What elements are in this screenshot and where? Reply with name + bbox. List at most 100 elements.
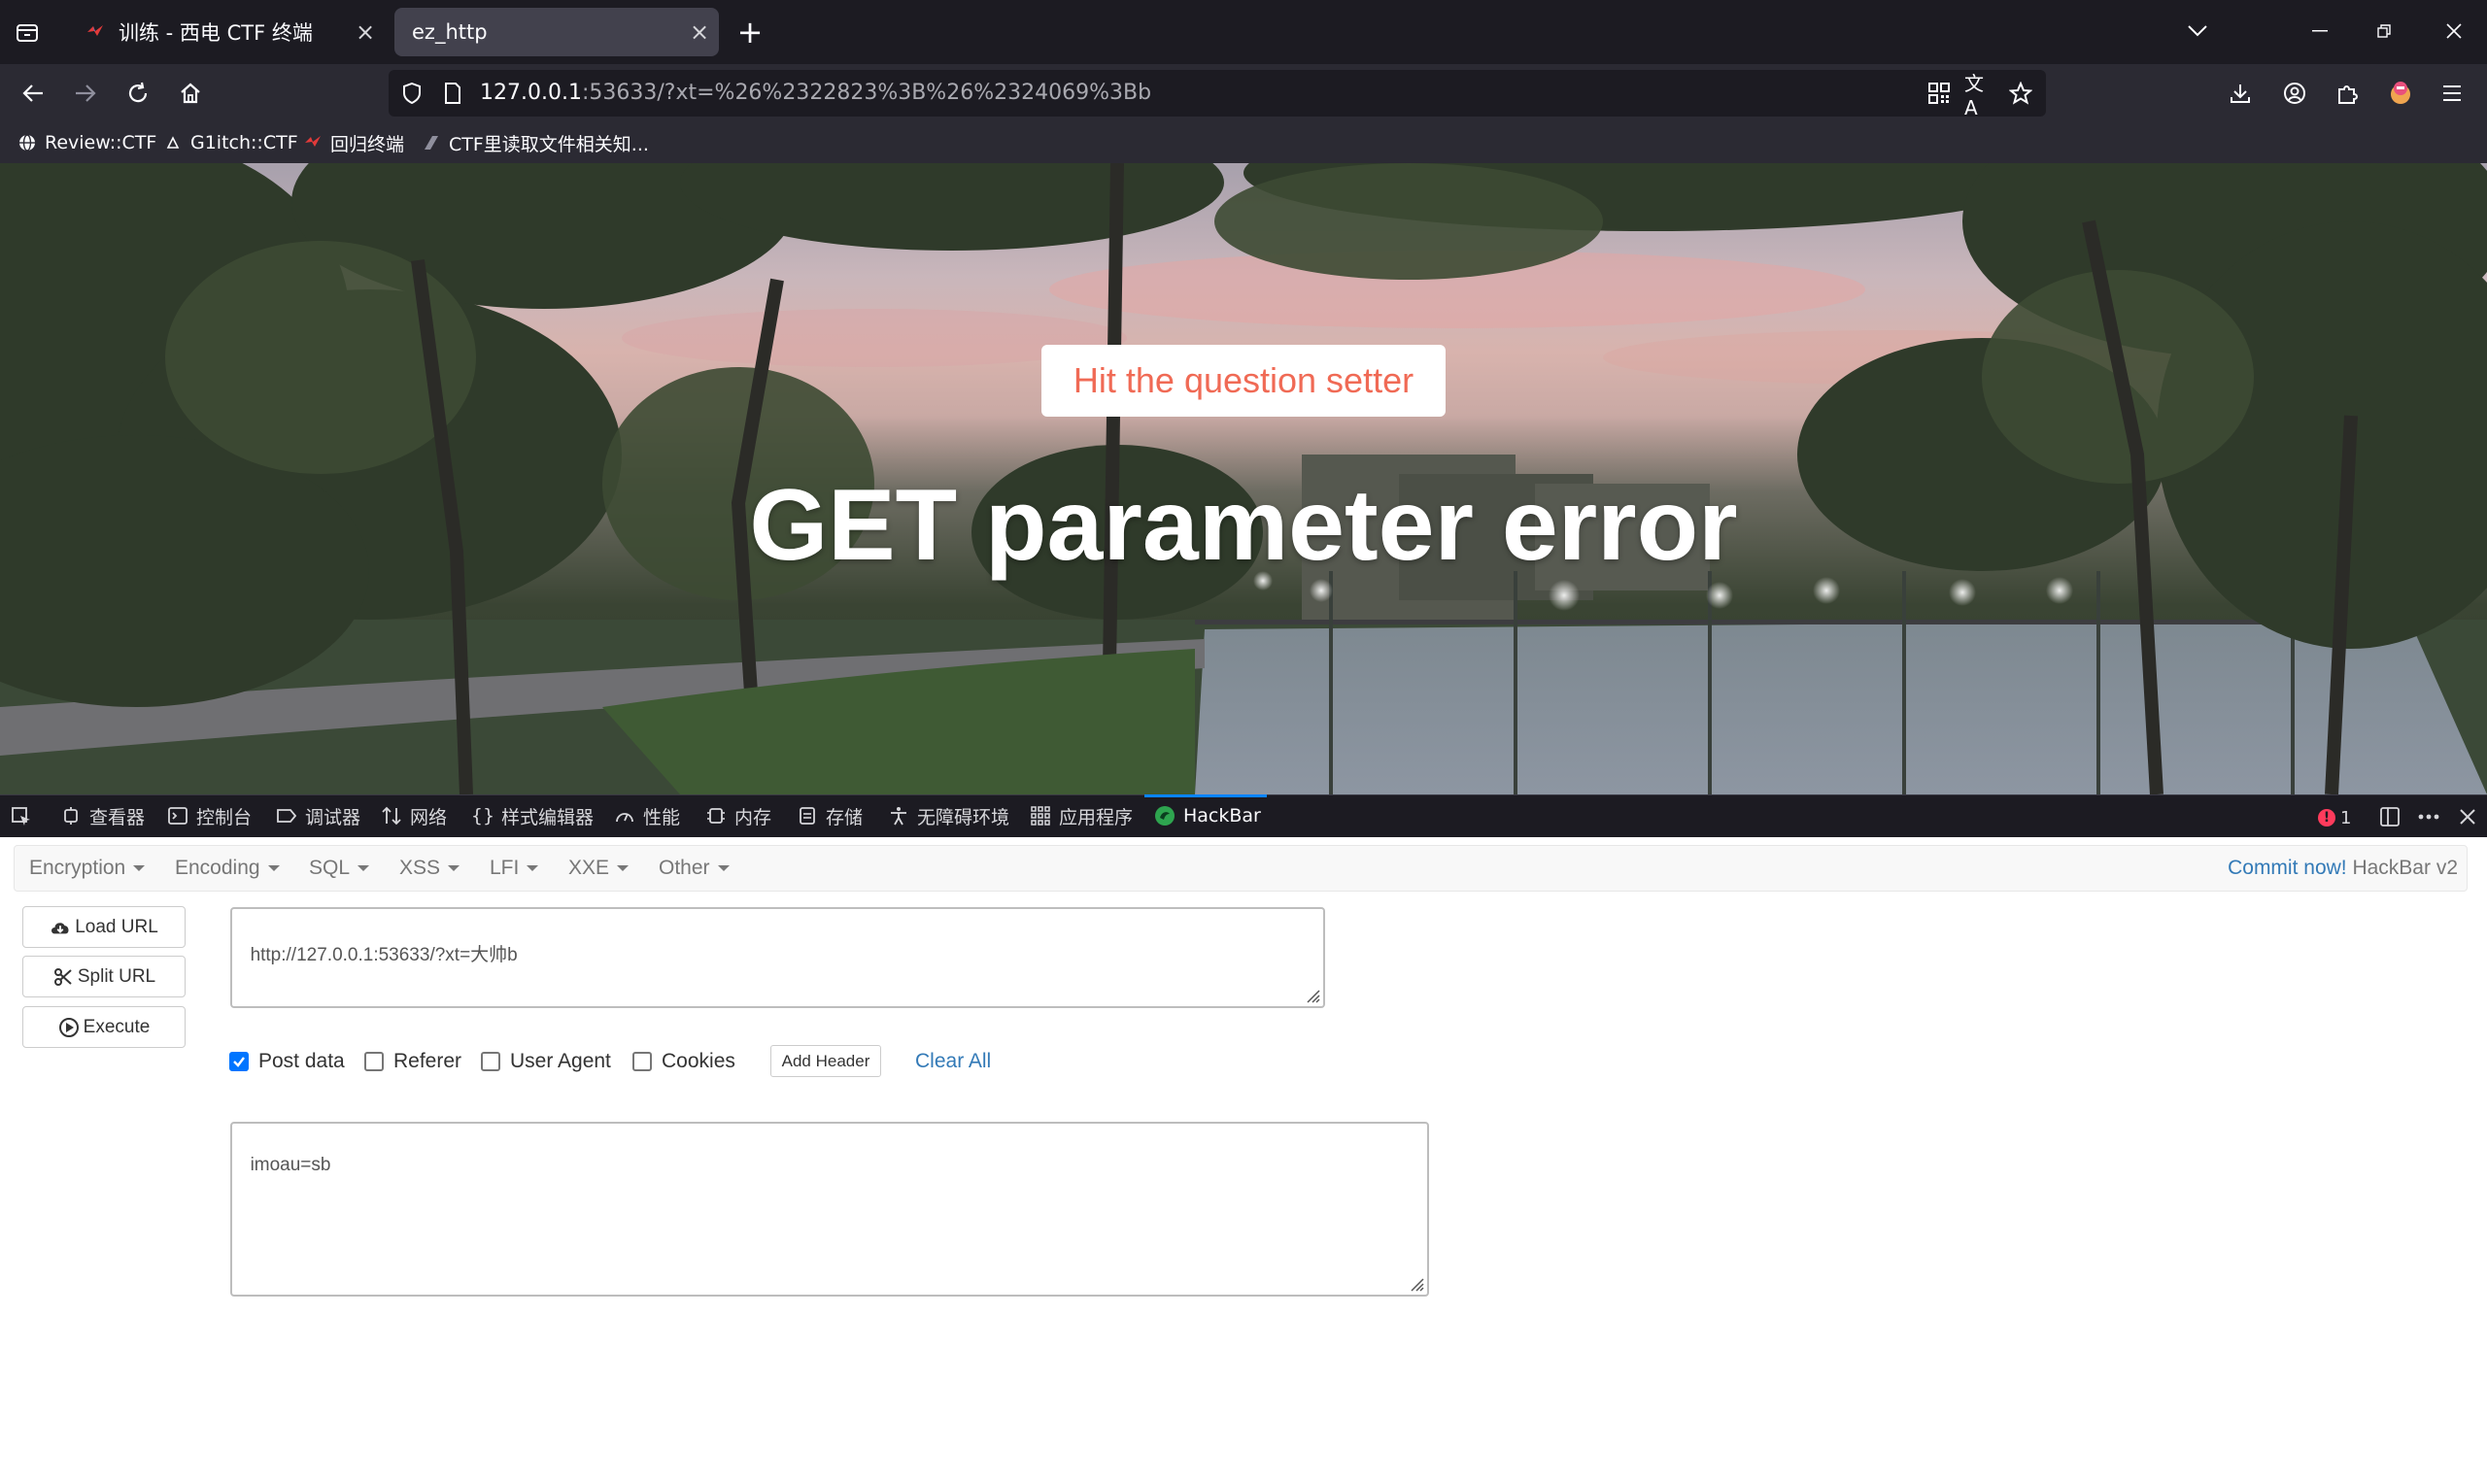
menu-xxe[interactable]: XXE: [568, 845, 630, 892]
load-url-button[interactable]: Load URL: [22, 906, 186, 948]
hackbar-version: HackBar v2: [2346, 857, 2458, 879]
extensions-icon[interactable]: [2332, 78, 2363, 109]
cookies-checkbox[interactable]: Cookies: [632, 1047, 735, 1076]
menu-label: XSS: [399, 857, 441, 879]
bookmark-label: 回归终端: [330, 133, 405, 155]
element-picker-icon[interactable]: [8, 803, 35, 830]
add-header-button[interactable]: Add Header: [770, 1045, 881, 1077]
checkbox-label: Referer: [393, 1050, 462, 1072]
tab-ez-http[interactable]: ez_http ×: [394, 8, 719, 56]
devtools-tab-application[interactable]: 应用程序: [1030, 794, 1133, 837]
menu-icon[interactable]: [2436, 78, 2468, 109]
tab-label: 查看器: [89, 806, 146, 828]
execute-button[interactable]: Execute: [22, 1006, 186, 1048]
devtools-tab-hackbar[interactable]: HackBar: [1154, 794, 1261, 837]
tab-training[interactable]: 训练 - 西电 CTF 终端 ×: [64, 8, 385, 56]
close-tab-icon[interactable]: ×: [680, 18, 719, 46]
translate-icon[interactable]: 文A: [1964, 72, 1995, 119]
commit-now-link[interactable]: Commit now!: [2228, 857, 2347, 879]
menu-encryption[interactable]: Encryption: [29, 845, 146, 892]
qr-code-icon[interactable]: [1924, 78, 1955, 109]
devtools-tab-style-editor[interactable]: {} 样式编辑器: [470, 794, 595, 837]
close-tab-icon[interactable]: ×: [346, 18, 385, 46]
ctf-favicon-icon: [303, 133, 323, 152]
clear-all-link[interactable]: Clear All: [915, 1047, 991, 1076]
doc-favicon-icon: [422, 133, 441, 152]
menu-label: Encoding: [175, 857, 260, 879]
split-url-button[interactable]: Split URL: [22, 956, 186, 997]
url-host: 127.0.0.1: [480, 81, 582, 105]
caret-down-icon: [617, 865, 630, 872]
devtools-tab-accessibility[interactable]: 无障碍环境: [888, 794, 1009, 837]
devtools-tab-inspector[interactable]: 查看器: [60, 794, 145, 837]
bookmark-ctf-file-reading[interactable]: CTF里读取文件相关知...: [422, 130, 649, 155]
resize-grip-icon[interactable]: [1408, 1275, 1425, 1293]
url-textarea[interactable]: http://127.0.0.1:53633/?xt=大帅b: [230, 907, 1325, 1008]
menu-xss[interactable]: XSS: [399, 845, 460, 892]
tab-label: 调试器: [305, 806, 361, 828]
post-data-checkbox[interactable]: Post data: [229, 1047, 345, 1076]
devtools-tab-storage[interactable]: 存储: [797, 794, 863, 837]
devtools-tab-memory[interactable]: 内存: [705, 794, 771, 837]
devtools-tab-performance[interactable]: 性能: [614, 794, 680, 837]
restore-icon[interactable]: [2368, 16, 2400, 47]
bookmark-return-terminal[interactable]: 回归终端: [303, 130, 404, 155]
referer-checkbox[interactable]: Referer: [364, 1047, 461, 1076]
shield-icon[interactable]: [396, 78, 427, 109]
bookmark-star-icon[interactable]: [2005, 78, 2036, 109]
tab-label: 无障碍环境: [917, 806, 1010, 828]
cloud-download-icon: [50, 917, 71, 938]
reload-icon[interactable]: [122, 78, 153, 109]
error-count: 1: [2340, 807, 2352, 828]
checkbox-unchecked-icon: [364, 1052, 384, 1071]
chevron-down-icon[interactable]: [2182, 16, 2213, 47]
resize-grip-icon[interactable]: [1304, 987, 1321, 1004]
caret-down-icon: [267, 865, 280, 872]
tab-title: ez_http: [412, 20, 488, 44]
new-tab-icon[interactable]: +: [734, 14, 766, 51]
tab-label: 样式编辑器: [501, 806, 595, 828]
storage-icon: [797, 805, 818, 826]
button-label: Execute: [83, 1016, 151, 1037]
bookmark-review-ctf[interactable]: Review::CTF: [17, 130, 156, 155]
network-icon: [381, 805, 402, 826]
button-label: Load URL: [75, 916, 158, 937]
devtools-tab-debugger[interactable]: 调试器: [276, 794, 360, 837]
tab-label: 应用程序: [1059, 806, 1134, 828]
menu-other[interactable]: Other: [659, 845, 730, 892]
dock-side-icon[interactable]: [2376, 803, 2403, 830]
accessibility-icon: [888, 805, 909, 826]
error-count-badge[interactable]: ! 1: [2318, 806, 2351, 829]
close-devtools-icon[interactable]: [2454, 803, 2481, 830]
style-editor-icon: {}: [470, 805, 495, 826]
hit-question-setter-button[interactable]: Hit the question setter: [1041, 345, 1446, 417]
download-icon[interactable]: [2225, 78, 2256, 109]
menu-lfi[interactable]: LFI: [490, 845, 539, 892]
close-window-icon[interactable]: [2438, 16, 2470, 47]
more-options-icon[interactable]: [2415, 803, 2442, 830]
memory-icon: [705, 805, 727, 826]
commit-notice: Commit now! HackBar v2: [2228, 845, 2458, 892]
post-data-textarea[interactable]: imoau=sb: [230, 1122, 1429, 1297]
scissors-icon: [52, 966, 74, 988]
account-icon[interactable]: [2279, 78, 2310, 109]
home-icon[interactable]: [175, 78, 206, 109]
menu-encoding[interactable]: Encoding: [175, 845, 280, 892]
back-icon[interactable]: [17, 78, 49, 109]
url-path: :53633/?xt=%26%2322823%3B%26%2324069%3Bb: [581, 81, 1152, 105]
page-info-icon[interactable]: [437, 78, 468, 109]
tab-list-icon[interactable]: [12, 17, 43, 49]
forward-icon[interactable]: [70, 78, 101, 109]
checkbox-label: Cookies: [662, 1050, 735, 1072]
profile-avatar-icon[interactable]: [2384, 76, 2417, 109]
inspector-icon: [60, 805, 82, 826]
devtools-tab-console[interactable]: 控制台: [167, 794, 252, 837]
minimize-icon[interactable]: [2304, 16, 2335, 47]
hackbar-icon: [1154, 805, 1175, 826]
bookmark-glitch-ctf[interactable]: G1itch::CTF: [163, 130, 298, 155]
url-text[interactable]: 127.0.0.1:53633/?xt=%26%2322823%3B%26%23…: [480, 78, 1151, 109]
devtools-tab-network[interactable]: 网络: [381, 794, 447, 837]
user-agent-checkbox[interactable]: User Agent: [481, 1047, 611, 1076]
menu-sql[interactable]: SQL: [309, 845, 370, 892]
post-value: imoau=sb: [250, 1155, 331, 1175]
